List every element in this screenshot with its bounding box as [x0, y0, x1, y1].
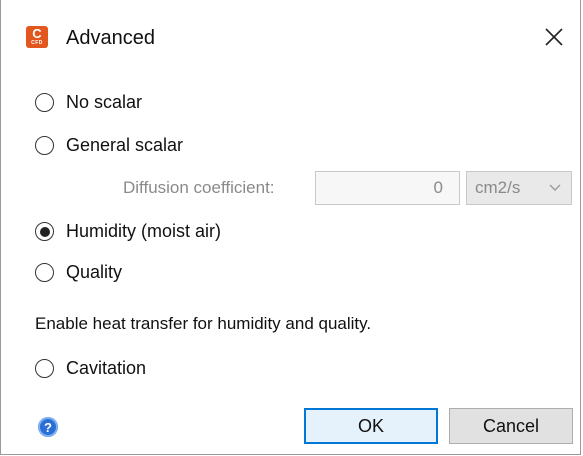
radio-quality[interactable]: Quality — [35, 262, 122, 283]
radio-button[interactable] — [35, 263, 54, 282]
radio-label-general-scalar: General scalar — [66, 135, 184, 155]
cancel-button[interactable]: Cancel — [449, 408, 573, 444]
radio-button[interactable] — [35, 93, 54, 112]
radio-label-humidity: Humidity (moist air) — [66, 221, 222, 241]
radio-label-no-scalar: No scalar — [66, 92, 143, 112]
app-icon-letter: C — [32, 26, 42, 41]
app-icon: C CFD — [26, 26, 48, 48]
heat-transfer-info: Enable heat transfer for humidity and qu… — [35, 314, 372, 333]
radio-dot — [39, 226, 50, 237]
radio-button-selected[interactable] — [35, 222, 54, 241]
close-icon — [545, 28, 563, 46]
app-icon-subtext: CFD — [31, 40, 43, 46]
help-icon[interactable]: ? — [38, 417, 58, 437]
chevron-down-icon — [549, 184, 561, 191]
advanced-dialog: C CFD Advanced No scalar General scalar … — [0, 0, 581, 455]
radio-humidity[interactable]: Humidity (moist air) — [35, 221, 221, 242]
title-bar: C CFD Advanced — [1, 0, 580, 73]
ok-button[interactable]: OK — [304, 408, 438, 444]
radio-no-scalar[interactable]: No scalar — [35, 92, 142, 113]
radio-label-cavitation: Cavitation — [66, 358, 147, 378]
diffusion-unit-value: cm2/s — [475, 178, 521, 197]
diffusion-unit-select[interactable]: cm2/s — [466, 171, 572, 205]
diffusion-coefficient-label: Diffusion coefficient: — [123, 178, 275, 197]
diffusion-coefficient-input[interactable]: 0 — [315, 171, 460, 205]
radio-cavitation[interactable]: Cavitation — [35, 358, 146, 379]
radio-general-scalar[interactable]: General scalar — [35, 135, 183, 156]
radio-label-quality: Quality — [66, 262, 123, 282]
dialog-title: Advanced — [66, 27, 155, 49]
close-button[interactable] — [536, 19, 572, 55]
radio-button[interactable] — [35, 136, 54, 155]
radio-button[interactable] — [35, 359, 54, 378]
